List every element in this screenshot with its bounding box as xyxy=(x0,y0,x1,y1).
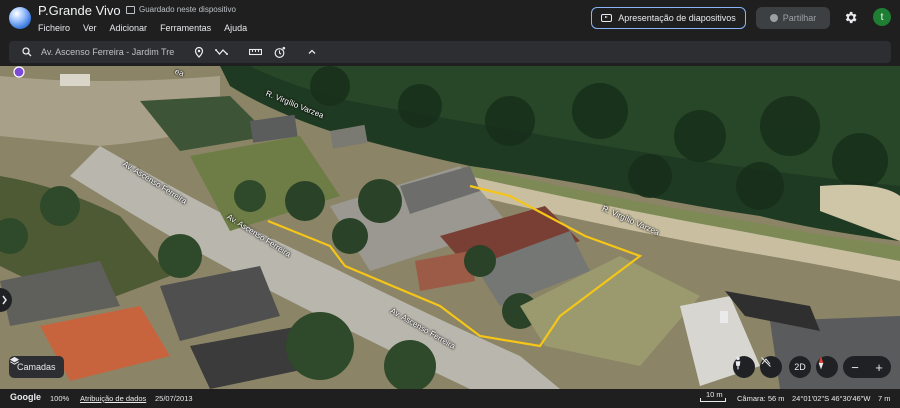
map-view[interactable]: ea R. Virgílio Varzea R. Virgílio Varzea… xyxy=(0,66,900,389)
zoom-in-button[interactable]: + xyxy=(875,360,883,375)
layers-icon xyxy=(9,356,20,365)
search-input[interactable] xyxy=(41,44,191,60)
share-button[interactable]: Partilhar xyxy=(756,7,830,29)
save-icon xyxy=(126,5,135,14)
menu-bar: Ficheiro Ver Adicionar Ferramentas Ajuda xyxy=(38,23,247,33)
search-toolbar xyxy=(9,41,891,63)
project-title[interactable]: P.Grande Vivo xyxy=(38,3,121,18)
person-icon xyxy=(769,14,778,22)
globe-logo-icon[interactable] xyxy=(9,7,31,29)
tilt-toggle-button[interactable] xyxy=(760,356,782,378)
menu-add[interactable]: Adicionar xyxy=(110,23,148,33)
add-placemark-button[interactable] xyxy=(191,44,207,60)
saved-status: Guardado neste dispositivo xyxy=(126,5,236,14)
elevation: 7 m xyxy=(878,394,891,403)
view-2d-button[interactable]: 2D xyxy=(789,356,811,378)
account-avatar[interactable]: t xyxy=(873,8,891,26)
layers-label: Camadas xyxy=(17,362,56,372)
zoom-level: 100% xyxy=(50,394,70,403)
imagery-date: 25/07/2013 xyxy=(155,394,193,403)
app-bar: P.Grande Vivo Guardado neste dispositivo… xyxy=(0,0,900,38)
history-icon xyxy=(274,46,285,58)
pegman-icon xyxy=(735,356,741,370)
data-attribution-link[interactable]: Atribuição de dados xyxy=(80,394,146,403)
menu-tools[interactable]: Ferramentas xyxy=(160,23,211,33)
compass-button[interactable] xyxy=(816,356,838,378)
status-bar: Google 100% Atribuição de dados 25/07/20… xyxy=(0,389,900,408)
search-icon xyxy=(22,47,32,57)
measure-button[interactable] xyxy=(247,44,263,60)
ruler-icon xyxy=(248,48,262,56)
compass-icon xyxy=(818,356,824,370)
slideshow-label: Apresentação de diapositivos xyxy=(618,13,736,23)
coordinates: 24°01'02"S 46°30'46"W xyxy=(792,394,871,403)
slideshow-button[interactable]: Apresentação de diapositivos xyxy=(591,7,746,29)
tilt-icon xyxy=(761,357,771,367)
street-view-button[interactable] xyxy=(733,356,755,378)
menu-help[interactable]: Ajuda xyxy=(224,23,247,33)
zoom-out-button[interactable]: − xyxy=(851,360,859,375)
menu-file[interactable]: Ficheiro xyxy=(38,23,70,33)
gear-icon[interactable] xyxy=(843,10,858,25)
historical-imagery-button[interactable] xyxy=(271,44,287,60)
present-icon xyxy=(601,14,613,22)
scale-bar xyxy=(700,398,726,402)
chevron-up-icon xyxy=(308,49,316,54)
add-path-button[interactable] xyxy=(214,44,230,60)
pin-icon xyxy=(194,46,204,58)
collapse-toolbar-button[interactable] xyxy=(304,44,320,60)
saved-status-text: Guardado neste dispositivo xyxy=(139,5,236,14)
path-icon xyxy=(215,49,228,55)
google-brand: Google xyxy=(10,392,41,402)
chevron-right-icon xyxy=(2,295,7,305)
menu-view[interactable]: Ver xyxy=(83,23,97,33)
camera-altitude: Câmara: 56 m xyxy=(737,394,785,403)
layers-button[interactable]: Camadas xyxy=(9,356,64,378)
share-label: Partilhar xyxy=(782,13,817,23)
zoom-control: − + xyxy=(843,356,891,378)
